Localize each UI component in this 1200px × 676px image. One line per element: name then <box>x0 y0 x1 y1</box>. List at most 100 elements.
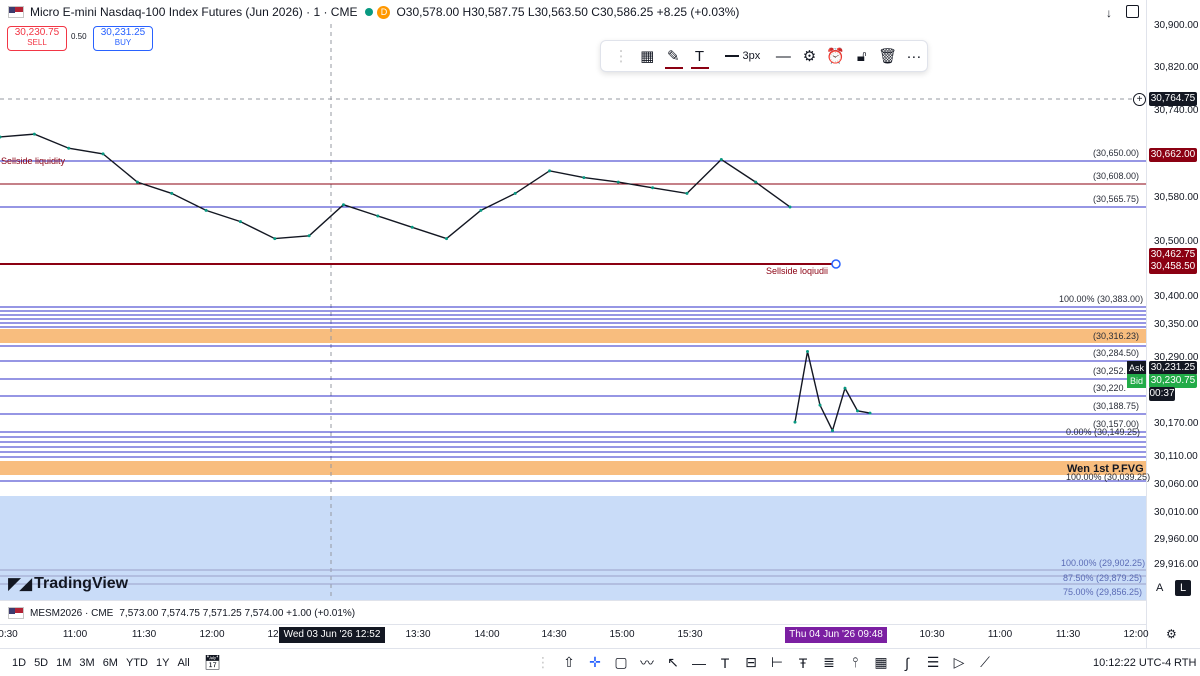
ask-label: Ask <box>1127 361 1146 375</box>
price-point <box>273 237 277 241</box>
auto-scale-button[interactable]: A <box>1156 582 1163 594</box>
grid-icon[interactable]: ▦ <box>870 652 892 674</box>
crosshair-price-tag: 30,764.75 <box>1149 92 1197 106</box>
level-label: (30,220. <box>1093 383 1127 393</box>
price-tick-label: 30,740.00 <box>1154 105 1199 116</box>
line-width-icon[interactable]: 3px <box>724 45 761 67</box>
bid-price-tag: 30,230.75 <box>1149 374 1197 388</box>
session-toggle[interactable]: RTH <box>1174 657 1196 669</box>
price-point <box>170 191 174 195</box>
price-tick-label: 30,010.00 <box>1154 507 1199 518</box>
alert-icon[interactable]: ⏰ <box>826 45 846 67</box>
calendar-icon[interactable]: 📅︎ <box>202 652 224 674</box>
drag-handle-icon[interactable]: ⋮ <box>611 45 631 67</box>
buy-button[interactable]: 30,231.25 BUY <box>93 26 153 51</box>
maximize-icon[interactable] <box>1126 5 1139 18</box>
bottom-toolbar: 1D 5D 1M 3M 6M YTD 1Y All 📅︎ ⋮ ⇧ ✛ ▢ 〰 ↖ — T ⊟ … <box>0 648 1200 676</box>
path-icon[interactable]: 〰 <box>636 652 658 674</box>
price-point <box>685 191 689 195</box>
time-tick-label: 11:00 <box>62 629 88 640</box>
cursor-icon[interactable]: ↖ <box>662 652 684 674</box>
text-color-icon[interactable]: T <box>689 45 710 69</box>
fib-levels-icon[interactable]: ☰ <box>922 652 944 674</box>
time-tick-label: 11:30 <box>1055 629 1081 640</box>
second-pane-symbol[interactable]: MESM2026 · CME <box>30 608 113 619</box>
price-series-line <box>794 351 871 433</box>
price-point <box>582 176 586 180</box>
vertical-line-icon[interactable]: ⫯ <box>844 652 866 674</box>
curve-icon[interactable]: ∫ <box>896 652 918 674</box>
line-width-label: 3px <box>742 50 761 62</box>
more-icon[interactable]: ··· <box>904 45 924 67</box>
pencil-icon[interactable]: ✎ <box>663 45 684 69</box>
price-point <box>513 191 517 195</box>
horizontal-line-icon[interactable]: — <box>688 652 710 674</box>
time-highlight: Thu 04 Jun '26 09:48 <box>785 627 887 643</box>
second-pane-ohlc: 7,573.00 7,574.75 7,571.25 7,574.00 +1.0… <box>119 607 356 619</box>
range-button-1m[interactable]: 1M <box>56 657 71 669</box>
price-tick-label: 30,060.00 <box>1154 479 1199 490</box>
range-button-1y[interactable]: 1Y <box>156 657 169 669</box>
fib-level-label: 87.50% (29,879.25) <box>1063 573 1143 583</box>
price-point <box>67 146 71 150</box>
time-axis[interactable] <box>0 624 1146 649</box>
range-button-ytd[interactable]: YTD <box>126 657 148 669</box>
price-point <box>831 429 834 433</box>
fib-retracement-icon[interactable]: ≣ <box>818 652 840 674</box>
sell-label: SELL <box>27 38 47 47</box>
level-label: (30,650.00) <box>1093 148 1140 158</box>
sellside-annotation[interactable]: Sellside liquidity <box>1 156 65 166</box>
horizontal-ray-icon[interactable]: ⊢ <box>766 652 788 674</box>
lock-icon[interactable]: 🔓︎ <box>852 45 872 67</box>
price-point <box>616 180 620 184</box>
text-icon[interactable]: T <box>714 652 736 674</box>
level-label: (30,608.00) <box>1093 171 1140 181</box>
settings-icon[interactable]: ⚙ <box>799 45 819 67</box>
ask-price-tag: 30,231.25 <box>1149 361 1197 375</box>
symbol-title[interactable]: Micro E-mini Nasdaq-100 Index Futures (J… <box>30 5 357 19</box>
clock[interactable]: 10:12:22 UTC-4 <box>1093 657 1171 669</box>
time-tick-label: 0:30 <box>0 629 18 640</box>
time-tick-label: 15:30 <box>677 629 703 640</box>
trend-line-icon[interactable]: ⟋ <box>974 652 996 674</box>
drawing-toolbar: ⋮ ▦ ✎ T 3px — ⚙ ⏰ 🔓︎ 🗑︎ ··· <box>600 40 928 72</box>
fib-level-label: 0.00% (30,149.25) <box>1066 427 1141 437</box>
arrow-down-icon[interactable]: ↓ <box>1106 6 1112 20</box>
price-point <box>843 386 847 390</box>
range-button-3m[interactable]: 3M <box>79 657 94 669</box>
market-status-icon <box>365 8 374 16</box>
price-point <box>410 225 414 229</box>
gear-icon[interactable]: ⚙ <box>1166 628 1178 640</box>
drag-handle-icon[interactable]: ⋮ <box>532 652 554 674</box>
range-button-all[interactable]: All <box>177 657 189 669</box>
range-button-1d[interactable]: 1D <box>12 657 26 669</box>
symbol-header: Micro E-mini Nasdaq-100 Index Futures (J… <box>0 0 1146 24</box>
tradingview-logo-icon: ◤◢ <box>8 574 32 593</box>
chart-canvas[interactable] <box>0 0 1146 648</box>
add-plus-icon[interactable]: + <box>1133 93 1146 106</box>
rectangle-icon[interactable]: ▢ <box>610 652 632 674</box>
fib-level-label: 100.00% (30,383.00) <box>1059 294 1144 304</box>
drawing-tools: ⋮ ⇧ ✛ ▢ 〰 ↖ — T ⊟ ⊢ Ŧ ≣ ⫯ ▦ ∫ ☰ ▷ ⟋ <box>530 652 998 674</box>
price-point <box>32 132 36 136</box>
price-label-icon[interactable]: ⊟ <box>740 652 762 674</box>
us-flag-icon <box>8 6 24 18</box>
us-flag-icon <box>8 607 24 619</box>
sell-button[interactable]: 30,230.75 SELL <box>7 26 67 51</box>
range-button-5d[interactable]: 5D <box>34 657 48 669</box>
tradingview-watermark: ◤◢ TradingView <box>8 574 129 593</box>
range-button-6m[interactable]: 6M <box>103 657 118 669</box>
log-scale-button[interactable]: L <box>1175 580 1191 596</box>
price-tick-label: 30,170.00 <box>1154 418 1199 429</box>
arrow-up-icon[interactable]: ⇧ <box>558 652 580 674</box>
ohlc-values: O30,578.00 H30,587.75 L30,563.50 C30,586… <box>396 5 740 19</box>
templates-icon[interactable]: ▦ <box>637 45 657 67</box>
second-pane-header: MESM2026 · CME 7,573.00 7,574.75 7,571.2… <box>0 600 1146 625</box>
sellside-annotation[interactable]: Sellside loqiudii <box>766 266 828 276</box>
crosshair-icon[interactable]: ✛ <box>584 652 606 674</box>
trash-icon[interactable]: 🗑︎ <box>878 45 898 67</box>
play-icon[interactable]: ▷ <box>948 652 970 674</box>
text-note-icon[interactable]: Ŧ <box>792 652 814 674</box>
time-tick-label: 14:30 <box>541 629 567 640</box>
line-style-icon[interactable]: — <box>773 45 793 67</box>
